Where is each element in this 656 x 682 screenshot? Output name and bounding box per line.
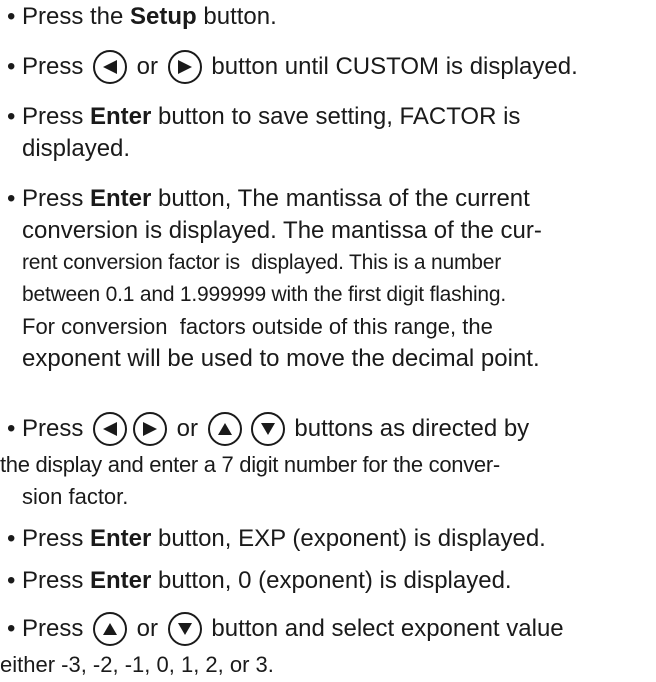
instruction-text: button and select exponent value (204, 615, 564, 642)
instruction-text: button until CUSTOM is displayed. (204, 53, 578, 80)
instruction-text: Press (22, 185, 91, 212)
bullet: • (7, 53, 16, 80)
bullet: • (7, 185, 16, 212)
instruction-text: Press (22, 53, 91, 80)
instruction-4-cont: For conversion factors outside of this r… (22, 310, 493, 344)
instruction-text: Press (22, 415, 91, 442)
instruction-text: buttons as directed by (287, 415, 530, 442)
instruction-4: • Press Enter button, The mantissa of th… (0, 182, 530, 216)
instruction-text: conversion is displayed. The mantissa of… (22, 217, 542, 244)
instruction-5: • Press or buttons as directed by (0, 412, 529, 446)
down-arrow-button-icon (250, 412, 285, 446)
instruction-3-cont: displayed. (22, 132, 130, 166)
enter-label: Enter (90, 567, 152, 594)
instruction-text: Press (22, 615, 91, 642)
instruction-text: For conversion factors outside of this r… (22, 314, 493, 339)
instruction-text: or (130, 615, 165, 642)
instruction-4-cont: rent conversion factor is displayed. Thi… (22, 246, 501, 280)
instruction-7: • Press Enter button, 0 (exponent) is di… (0, 564, 512, 598)
instruction-text: displayed. (22, 135, 131, 162)
instruction-text: or (170, 415, 205, 442)
instruction-text: rent conversion factor is displayed. Thi… (22, 251, 502, 274)
enter-label: Enter (90, 185, 152, 212)
instruction-text: button. (196, 3, 277, 30)
instruction-6: • Press Enter button, EXP (exponent) is … (0, 522, 546, 556)
right-arrow-button-icon (133, 412, 168, 446)
instruction-1: • Press the Setup button. (0, 0, 277, 34)
instruction-text: between 0.1 and 1.999999 with the first … (22, 283, 506, 306)
instruction-text: or (130, 53, 165, 80)
instruction-text: button to save setting, FACTOR is (151, 103, 521, 130)
down-arrow-button-icon (167, 612, 202, 646)
instruction-text: button, The mantissa of the current (151, 185, 530, 212)
up-arrow-button-icon (207, 412, 242, 446)
left-arrow-button-icon (93, 412, 128, 446)
instruction-4-cont: conversion is displayed. The mantissa of… (22, 214, 542, 248)
bullet: • (7, 525, 16, 552)
instruction-text: the display and enter a 7 digit number f… (0, 452, 500, 477)
instruction-text: Press the (22, 3, 131, 30)
instruction-text: button, EXP (exponent) is displayed. (151, 525, 546, 552)
enter-label: Enter (90, 103, 152, 130)
enter-label: Enter (90, 525, 152, 552)
instruction-text: Press (22, 567, 91, 594)
instruction-text: sion factor. (22, 484, 129, 509)
instruction-5-cont: sion factor. (22, 480, 128, 514)
instruction-text: button, 0 (exponent) is displayed. (151, 567, 512, 594)
setup-label: Setup (130, 3, 197, 30)
left-arrow-button-icon (93, 50, 128, 84)
right-arrow-button-icon (167, 50, 202, 84)
bullet: • (7, 567, 16, 594)
bullet: • (7, 103, 16, 130)
instruction-8: • Press or button and select exponent va… (0, 612, 564, 646)
bullet: • (7, 415, 16, 442)
instruction-text: Press (22, 525, 91, 552)
instruction-text: Press (22, 103, 91, 130)
instruction-4-cont: exponent will be used to move the decima… (22, 342, 540, 376)
instruction-text: either -3, -2, -1, 0, 1, 2, or 3. (0, 652, 274, 677)
instruction-8-cont: either -3, -2, -1, 0, 1, 2, or 3. (0, 648, 274, 682)
instruction-4-cont: between 0.1 and 1.999999 with the first … (22, 278, 506, 312)
instruction-3: • Press Enter button to save setting, FA… (0, 100, 520, 134)
instruction-2: • Press or button until CUSTOM is displa… (0, 50, 578, 84)
bullet: • (7, 615, 16, 642)
bullet: • (7, 3, 16, 30)
instruction-text: exponent will be used to move the decima… (22, 345, 540, 372)
up-arrow-button-icon (93, 612, 128, 646)
instruction-5-cont: the display and enter a 7 digit number f… (0, 448, 500, 482)
